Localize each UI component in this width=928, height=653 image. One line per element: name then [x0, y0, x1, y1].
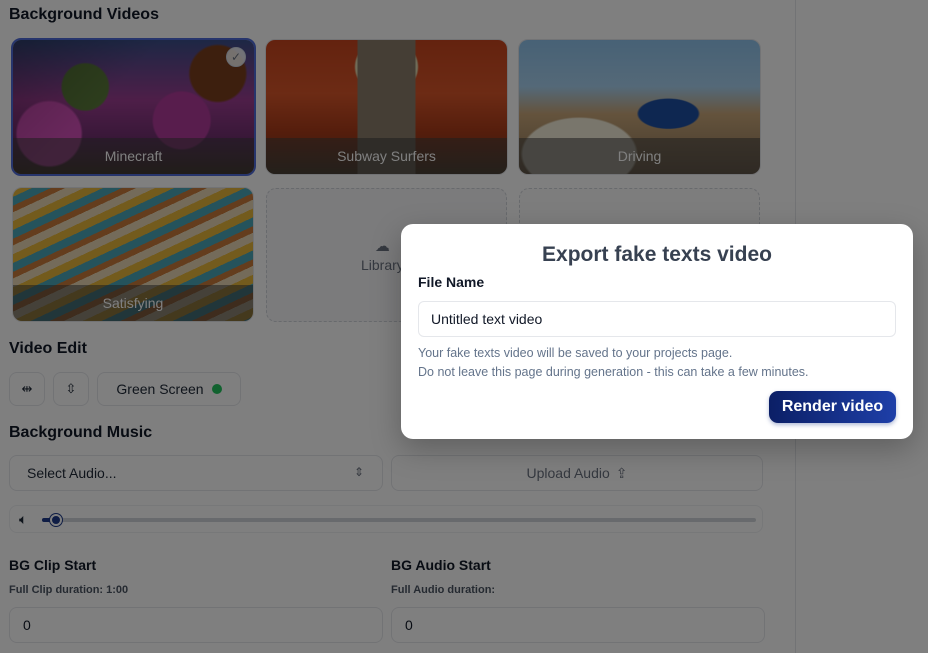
- file-name-input[interactable]: [418, 301, 896, 337]
- render-video-button[interactable]: Render video: [769, 391, 896, 423]
- file-name-label: File Name: [418, 274, 485, 290]
- generation-warning: Do not leave this page during generation…: [418, 365, 809, 379]
- export-modal: Export fake texts video File Name Your f…: [401, 224, 913, 439]
- save-note: Your fake texts video will be saved to y…: [418, 346, 733, 360]
- modal-title: Export fake texts video: [542, 243, 772, 266]
